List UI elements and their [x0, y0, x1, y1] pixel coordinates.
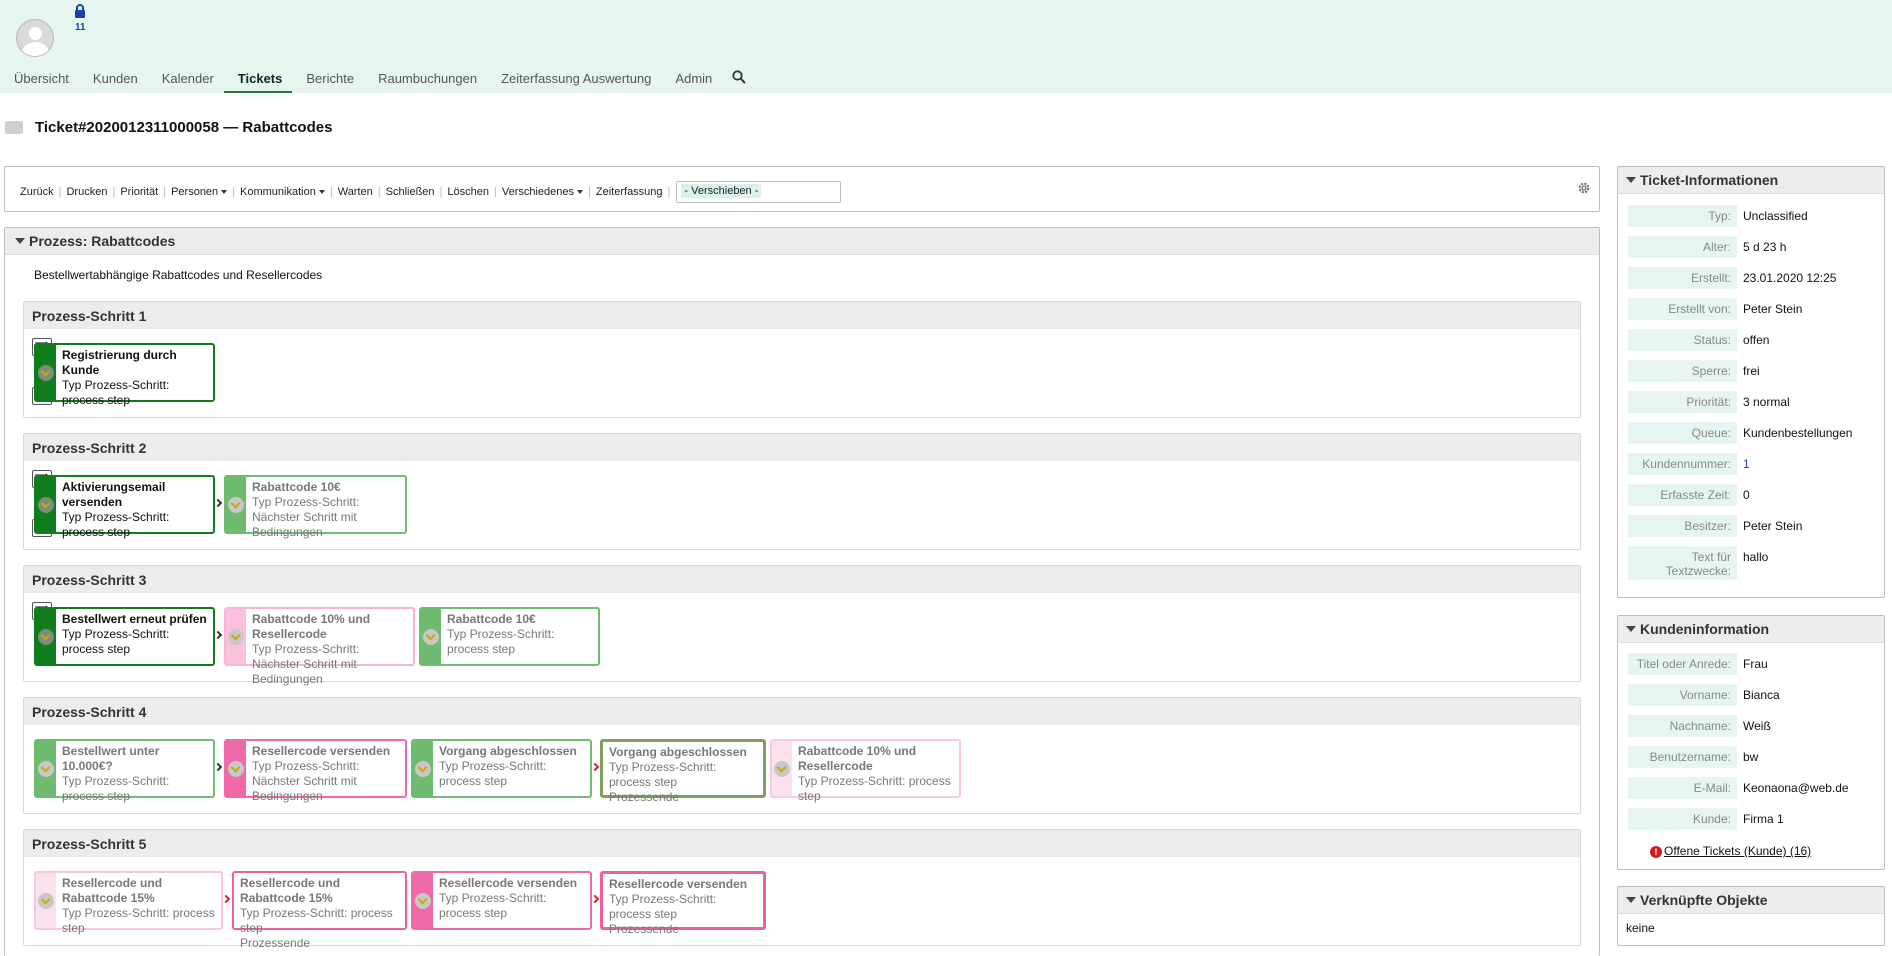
- print-link[interactable]: Drucken: [61, 186, 112, 198]
- process-box[interactable]: Rabattcode 10€ Typ Prozess-Schritt: proce…: [419, 607, 600, 666]
- customer-information-widget: Kundeninformation Titel oder Anrede: Frau…: [1617, 615, 1885, 870]
- chevron-down-icon[interactable]: [38, 496, 54, 513]
- process-header[interactable]: Prozess: Rabattcodes: [5, 228, 1599, 255]
- chevron-down-icon[interactable]: [38, 760, 54, 777]
- open-tickets-link-row: ! Offene Tickets (Kunde) (16): [1650, 844, 1811, 858]
- process-widget: Prozess: Rabattcodes Bestellwertabhängig…: [4, 227, 1600, 956]
- nav-calendar[interactable]: Kalender: [148, 66, 224, 93]
- misc-menu[interactable]: Verschiedenes: [497, 186, 588, 198]
- back-link[interactable]: Zurück: [15, 186, 59, 198]
- step-title: Prozess-Schritt 3: [24, 566, 1580, 593]
- step-title: Prozess-Schritt 1: [24, 302, 1580, 329]
- user-avatar[interactable]: [16, 19, 54, 57]
- linked-objects-header[interactable]: Verknüpfte Objekte: [1618, 887, 1884, 914]
- main-nav: Übersicht Kunden Kalender Tickets Berich…: [0, 66, 752, 93]
- process-box[interactable]: Resellercode und Rabattcode 15% Typ Proze…: [34, 871, 223, 935]
- chevron-down-icon[interactable]: [228, 760, 244, 777]
- page-title: Ticket#2020012311000058 — Rabattcodes: [35, 119, 333, 136]
- linked-objects-empty: keine: [1626, 921, 1655, 935]
- process-box-current[interactable]: Registrierung durch Kunde Typ Prozess-Sch…: [34, 343, 215, 407]
- arrow-right-icon: [213, 630, 223, 640]
- process-step-1: Prozess-Schritt 1 Registrierung durch Ku…: [23, 301, 1581, 418]
- collapse-icon[interactable]: [1626, 897, 1636, 903]
- process-box[interactable]: Resellercode versenden Typ Prozess-Schrit…: [224, 739, 407, 803]
- close-link[interactable]: Schließen: [381, 186, 440, 198]
- chevron-down-icon[interactable]: [415, 760, 431, 777]
- nav-admin[interactable]: Admin: [661, 66, 722, 93]
- customer-information-header[interactable]: Kundeninformation: [1618, 616, 1884, 643]
- chevron-down-icon[interactable]: [38, 628, 54, 645]
- move-queue-select[interactable]: - Verschieben -: [676, 181, 842, 203]
- process-step-3: Prozess-Schritt 3 Bestellwert erneut prü…: [23, 565, 1581, 686]
- process-box-end[interactable]: Resellercode versenden Typ Prozess-Schrit…: [600, 871, 766, 936]
- open-tickets-link[interactable]: Offene Tickets (Kunde) (16): [1664, 844, 1811, 858]
- process-box-current[interactable]: Bestellwert erneut prüfen Typ Prozess-Sch…: [34, 607, 215, 666]
- collapse-icon[interactable]: [1626, 626, 1636, 632]
- ticket-action-toolbar: Zurück | Drucken | Priorität | Personen | Ko…: [4, 166, 1600, 212]
- caret-down-icon: [318, 190, 325, 194]
- process-box[interactable]: Vorgang abgeschlossen Typ Prozess-Schritt…: [411, 739, 592, 798]
- chevron-down-icon[interactable]: [774, 760, 790, 777]
- process-box[interactable]: Bestellwert unter 10.000€? Typ Prozess-Sc…: [34, 739, 215, 803]
- chevron-down-icon[interactable]: [228, 628, 244, 645]
- people-menu[interactable]: Personen: [166, 186, 232, 198]
- chevron-down-icon[interactable]: [423, 628, 439, 645]
- process-description: Bestellwertabhängige Rabattcodes und Res…: [34, 268, 323, 282]
- process-box-end[interactable]: Resellercode und Rabattcode 15% Typ Proze…: [232, 871, 407, 950]
- gear-icon[interactable]: [1577, 181, 1591, 195]
- nav-time-tracking-report[interactable]: Zeiterfassung Auswertung: [487, 66, 661, 93]
- ticket-information-header[interactable]: Ticket-Informationen: [1618, 167, 1884, 194]
- ticket-type-icon: [5, 121, 23, 134]
- delete-link[interactable]: Löschen: [442, 186, 494, 198]
- process-box[interactable]: Rabattcode 10% und Resellercode Typ Proze…: [224, 607, 415, 686]
- search-icon[interactable]: [722, 66, 752, 93]
- caret-down-icon: [221, 190, 228, 194]
- arrow-right-icon: [213, 762, 223, 772]
- step-title: Prozess-Schritt 5: [24, 830, 1580, 857]
- collapse-icon[interactable]: [15, 238, 25, 244]
- nav-reports[interactable]: Berichte: [292, 66, 364, 93]
- nav-overview[interactable]: Übersicht: [0, 66, 79, 93]
- nav-customers[interactable]: Kunden: [79, 66, 148, 93]
- arrow-right-icon: [213, 498, 223, 508]
- chevron-down-icon[interactable]: [38, 364, 54, 381]
- caret-down-icon: [577, 190, 584, 194]
- pending-link[interactable]: Warten: [333, 186, 378, 198]
- arrow-right-icon: [590, 894, 600, 904]
- step-title: Prozess-Schritt 2: [24, 434, 1580, 461]
- chevron-down-icon[interactable]: [38, 892, 54, 909]
- lock-icon[interactable]: [73, 4, 87, 18]
- process-step-5: Prozess-Schritt 5 Resellercode und Rabat…: [23, 829, 1581, 950]
- top-header: 11 Übersicht Kunden Kalender Tickets Ber…: [0, 0, 1892, 93]
- process-step-4: Prozess-Schritt 4 Bestellwert unter 10.0…: [23, 697, 1581, 814]
- process-box[interactable]: Rabattcode 10€ Typ Prozess-Schritt: Nächst…: [224, 475, 407, 539]
- linked-objects-widget: Verknüpfte Objekte keine: [1617, 886, 1885, 946]
- collapse-icon[interactable]: [1626, 177, 1636, 183]
- communication-menu[interactable]: Kommunikation: [235, 186, 330, 198]
- nav-tickets[interactable]: Tickets: [223, 66, 293, 93]
- time-tracking-link[interactable]: Zeiterfassung: [591, 186, 668, 198]
- process-box-current[interactable]: Aktivierungsemail versenden Typ Prozess-S…: [34, 475, 215, 539]
- process-box[interactable]: Resellercode versenden Typ Prozess-Schrit…: [411, 871, 592, 930]
- process-box[interactable]: Rabattcode 10% und Resellercode Typ Proze…: [770, 739, 961, 803]
- process-box-end[interactable]: Vorgang abgeschlossen Typ Prozess-Schritt…: [600, 739, 766, 804]
- process-step-2: Prozess-Schritt 2 Aktivierungsemail vers…: [23, 433, 1581, 550]
- arrow-right-icon: [590, 762, 600, 772]
- priority-link[interactable]: Priorität: [115, 186, 163, 198]
- nav-room-bookings[interactable]: Raumbuchungen: [364, 66, 487, 93]
- warning-icon: !: [1650, 846, 1662, 858]
- chevron-down-icon[interactable]: [228, 496, 244, 513]
- chevron-down-icon[interactable]: [415, 892, 431, 909]
- ticket-information-widget: Ticket-Informationen Typ: Unclassified Al…: [1617, 166, 1885, 598]
- customer-number-link[interactable]: 1: [1743, 457, 1883, 471]
- arrow-right-icon: [221, 894, 231, 904]
- step-title: Prozess-Schritt 4: [24, 698, 1580, 725]
- locked-tickets-count[interactable]: 11: [75, 22, 86, 33]
